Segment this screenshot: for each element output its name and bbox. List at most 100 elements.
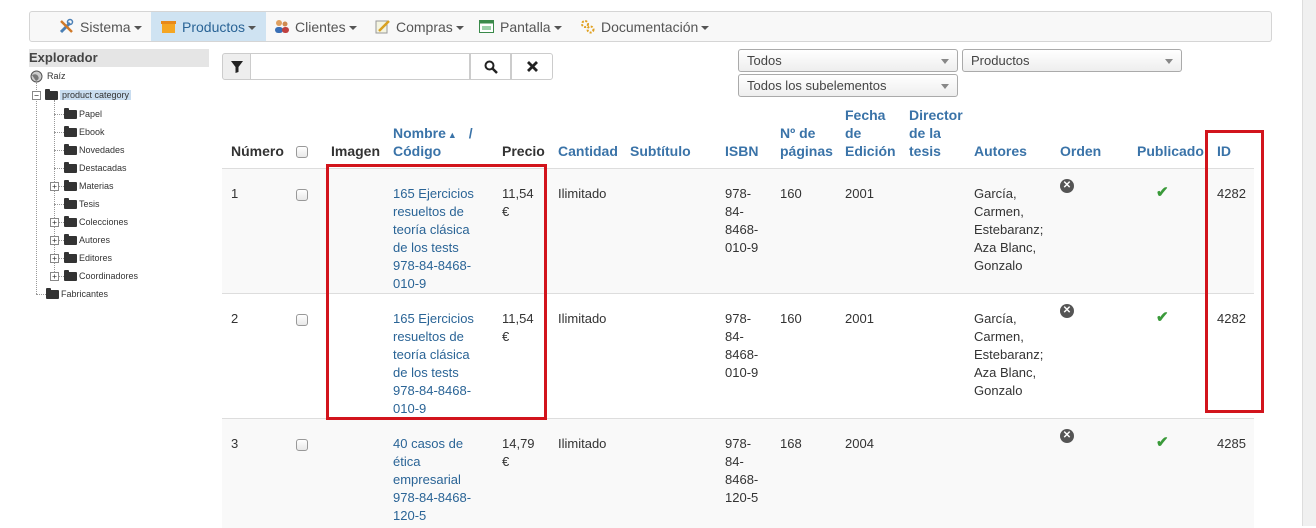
collapse-toggle[interactable]: − xyxy=(32,91,41,100)
menu-sistema-label: Sistema xyxy=(80,18,131,35)
published-check-icon[interactable]: ✔ xyxy=(1156,183,1169,201)
product-name-line: 978-84-8468- xyxy=(393,490,472,505)
folder-icon xyxy=(46,287,59,299)
product-isbn-line: 84- xyxy=(725,454,744,469)
folder-icon xyxy=(64,107,77,119)
tools-icon xyxy=(58,18,75,35)
published-check-icon[interactable]: ✔ xyxy=(1156,308,1169,326)
chevron-down-icon xyxy=(455,25,464,30)
dropdown-arrow-icon xyxy=(941,84,949,89)
select-all-checkbox[interactable] xyxy=(296,146,308,158)
dropdown-arrow-icon xyxy=(1165,59,1173,64)
col-nombre[interactable]: Nombre ▲ / xyxy=(393,124,473,144)
filter-select-type[interactable]: Productos xyxy=(962,49,1182,72)
product-name-line: ética xyxy=(393,454,421,469)
main-menu: Sistema Productos Clientes Compras Panta… xyxy=(29,11,1272,42)
menu-clientes[interactable]: Clientes xyxy=(273,12,357,41)
product-isbn-line: 120-5 xyxy=(725,490,759,505)
row-number: 2 xyxy=(231,311,239,326)
search-button[interactable] xyxy=(470,53,511,80)
product-pages: 168 xyxy=(780,436,802,451)
product-name-link[interactable]: 40 casos de ética empresarial 978-84-8468- 1… xyxy=(393,435,493,525)
col-fecha-line1: Fecha xyxy=(845,107,886,123)
menu-documentacion[interactable]: Documentación xyxy=(579,12,710,41)
expand-toggle[interactable]: + xyxy=(50,182,59,191)
tree-item-label: Ebook xyxy=(79,127,105,137)
tree-guide xyxy=(36,82,37,294)
product-name-line: empresarial xyxy=(393,472,461,487)
chevron-down-icon xyxy=(553,25,562,30)
col-fecha[interactable]: Fecha de Edición xyxy=(845,106,896,160)
expand-toggle[interactable]: + xyxy=(50,272,59,281)
clear-search-button[interactable] xyxy=(511,53,553,80)
product-price-line: 14,79 xyxy=(502,436,535,451)
menu-sistema[interactable]: Sistema xyxy=(58,12,142,41)
row-checkbox[interactable] xyxy=(296,314,308,326)
tree-item[interactable]: Coordinadores xyxy=(64,269,138,283)
col-autores[interactable]: Autores xyxy=(974,142,1027,160)
row-checkbox[interactable] xyxy=(296,439,308,451)
vertical-scrollbar[interactable] xyxy=(1302,0,1316,526)
tree-item[interactable]: Papel xyxy=(64,107,102,121)
product-quantity: Ilimitado xyxy=(558,436,607,451)
gears-icon xyxy=(579,18,596,35)
dropdown-arrow-icon xyxy=(941,59,949,64)
order-remove-icon[interactable]: ✕ xyxy=(1060,304,1074,318)
filter-select-type-value: Productos xyxy=(971,53,1030,68)
expand-toggle[interactable]: + xyxy=(50,218,59,227)
tree-item[interactable]: Destacadas xyxy=(64,161,127,175)
chevron-down-icon xyxy=(133,25,142,30)
col-director[interactable]: Director de la tesis xyxy=(909,106,963,160)
order-remove-icon[interactable]: ✕ xyxy=(1060,179,1074,193)
col-cantidad[interactable]: Cantidad xyxy=(558,142,618,160)
tree-item[interactable]: Novedades xyxy=(64,143,125,157)
product-name-line: 40 casos de xyxy=(393,436,464,451)
search-input[interactable] xyxy=(251,53,470,80)
filter-button[interactable] xyxy=(222,53,251,80)
tree-item[interactable]: Editores xyxy=(64,251,112,265)
filter-select-scope-value: Todos xyxy=(747,53,782,68)
filter-select-scope[interactable]: Todos xyxy=(738,49,958,72)
order-remove-icon[interactable]: ✕ xyxy=(1060,429,1074,443)
tree-item-label: Tesis xyxy=(79,199,100,209)
product-isbn-line: 84- xyxy=(725,204,744,219)
col-precio[interactable]: Precio xyxy=(502,142,545,160)
table-row: 3 40 casos de ética empresarial 978-84-8468-… xyxy=(222,418,1254,528)
row-checkbox[interactable] xyxy=(296,189,308,201)
col-fecha-line3: Edición xyxy=(845,143,896,159)
tree-category[interactable]: product category xyxy=(45,88,132,102)
col-numero[interactable]: Número xyxy=(231,142,284,160)
menu-compras[interactable]: Compras xyxy=(374,12,464,41)
col-publicado[interactable]: Publicado xyxy=(1137,142,1204,160)
product-author-line: Estebaranz; xyxy=(974,222,1044,237)
tree-root[interactable]: Raíz xyxy=(30,69,66,83)
tree-item[interactable]: Ebook xyxy=(64,125,105,139)
col-director-line1: Director xyxy=(909,107,963,123)
tree-fabricantes[interactable]: Fabricantes xyxy=(46,287,108,301)
tree-item[interactable]: Materias xyxy=(64,179,114,193)
product-name-line: 120-5 xyxy=(393,508,427,523)
col-subtitulo[interactable]: Subtítulo xyxy=(630,142,691,160)
chevron-down-icon xyxy=(348,25,357,30)
globe-icon xyxy=(30,70,43,82)
menu-pantalla[interactable]: Pantalla xyxy=(478,12,562,41)
col-paginas[interactable]: Nº de páginas xyxy=(780,124,833,160)
expand-toggle[interactable]: + xyxy=(50,236,59,245)
filter-select-depth[interactable]: Todos los subelementos xyxy=(738,74,958,97)
menu-productos[interactable]: Productos xyxy=(151,12,267,41)
tree-guide xyxy=(54,114,64,115)
col-isbn[interactable]: ISBN xyxy=(725,142,758,160)
published-check-icon[interactable]: ✔ xyxy=(1156,433,1169,451)
tree-item[interactable]: Tesis xyxy=(64,197,100,211)
tree-item[interactable]: Autores xyxy=(64,233,110,247)
product-isbn-line: 978- xyxy=(725,311,752,326)
product-isbn-line: 8468- xyxy=(725,347,759,362)
expand-toggle[interactable]: + xyxy=(50,254,59,263)
col-orden[interactable]: Orden xyxy=(1060,142,1101,160)
folder-icon xyxy=(64,269,77,281)
sort-asc-icon: ▲ xyxy=(447,130,457,140)
filter-select-depth-value: Todos los subelementos xyxy=(747,78,887,93)
col-codigo[interactable]: Código xyxy=(393,142,441,160)
tree-guide xyxy=(36,294,46,295)
tree-item[interactable]: Colecciones xyxy=(64,215,128,229)
